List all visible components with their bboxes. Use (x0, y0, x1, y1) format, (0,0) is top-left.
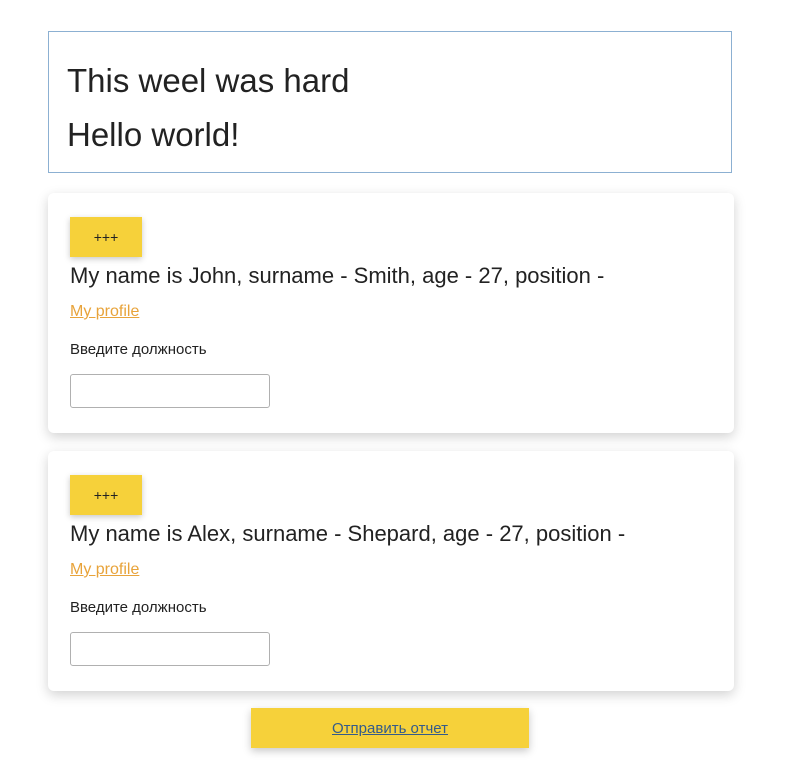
submit-report-button[interactable]: Отправить отчет (251, 708, 529, 748)
increase-button[interactable]: +++ (70, 475, 142, 515)
position-label: Введите должность (70, 341, 207, 358)
employee-info: My name is John, surname - Smith, age - … (70, 263, 605, 288)
position-input[interactable] (70, 374, 270, 408)
employee-info: My name is Alex, surname - Shepard, age … (70, 521, 626, 546)
page: This weel was hard Hello world! +++ My n… (0, 0, 803, 767)
profile-link[interactable]: My profile (70, 560, 139, 580)
position-input[interactable] (70, 632, 270, 666)
position-label: Введите должность (70, 599, 207, 616)
header-line-1: This weel was hard (67, 62, 350, 99)
header-line-2: Hello world! (67, 116, 240, 153)
profile-link[interactable]: My profile (70, 302, 139, 322)
increase-button[interactable]: +++ (70, 217, 142, 257)
header-box: This weel was hard Hello world! (48, 31, 732, 173)
employee-card-alex: +++ My name is Alex, surname - Shepard, … (48, 451, 734, 691)
employee-card-john: +++ My name is John, surname - Smith, ag… (48, 193, 734, 433)
